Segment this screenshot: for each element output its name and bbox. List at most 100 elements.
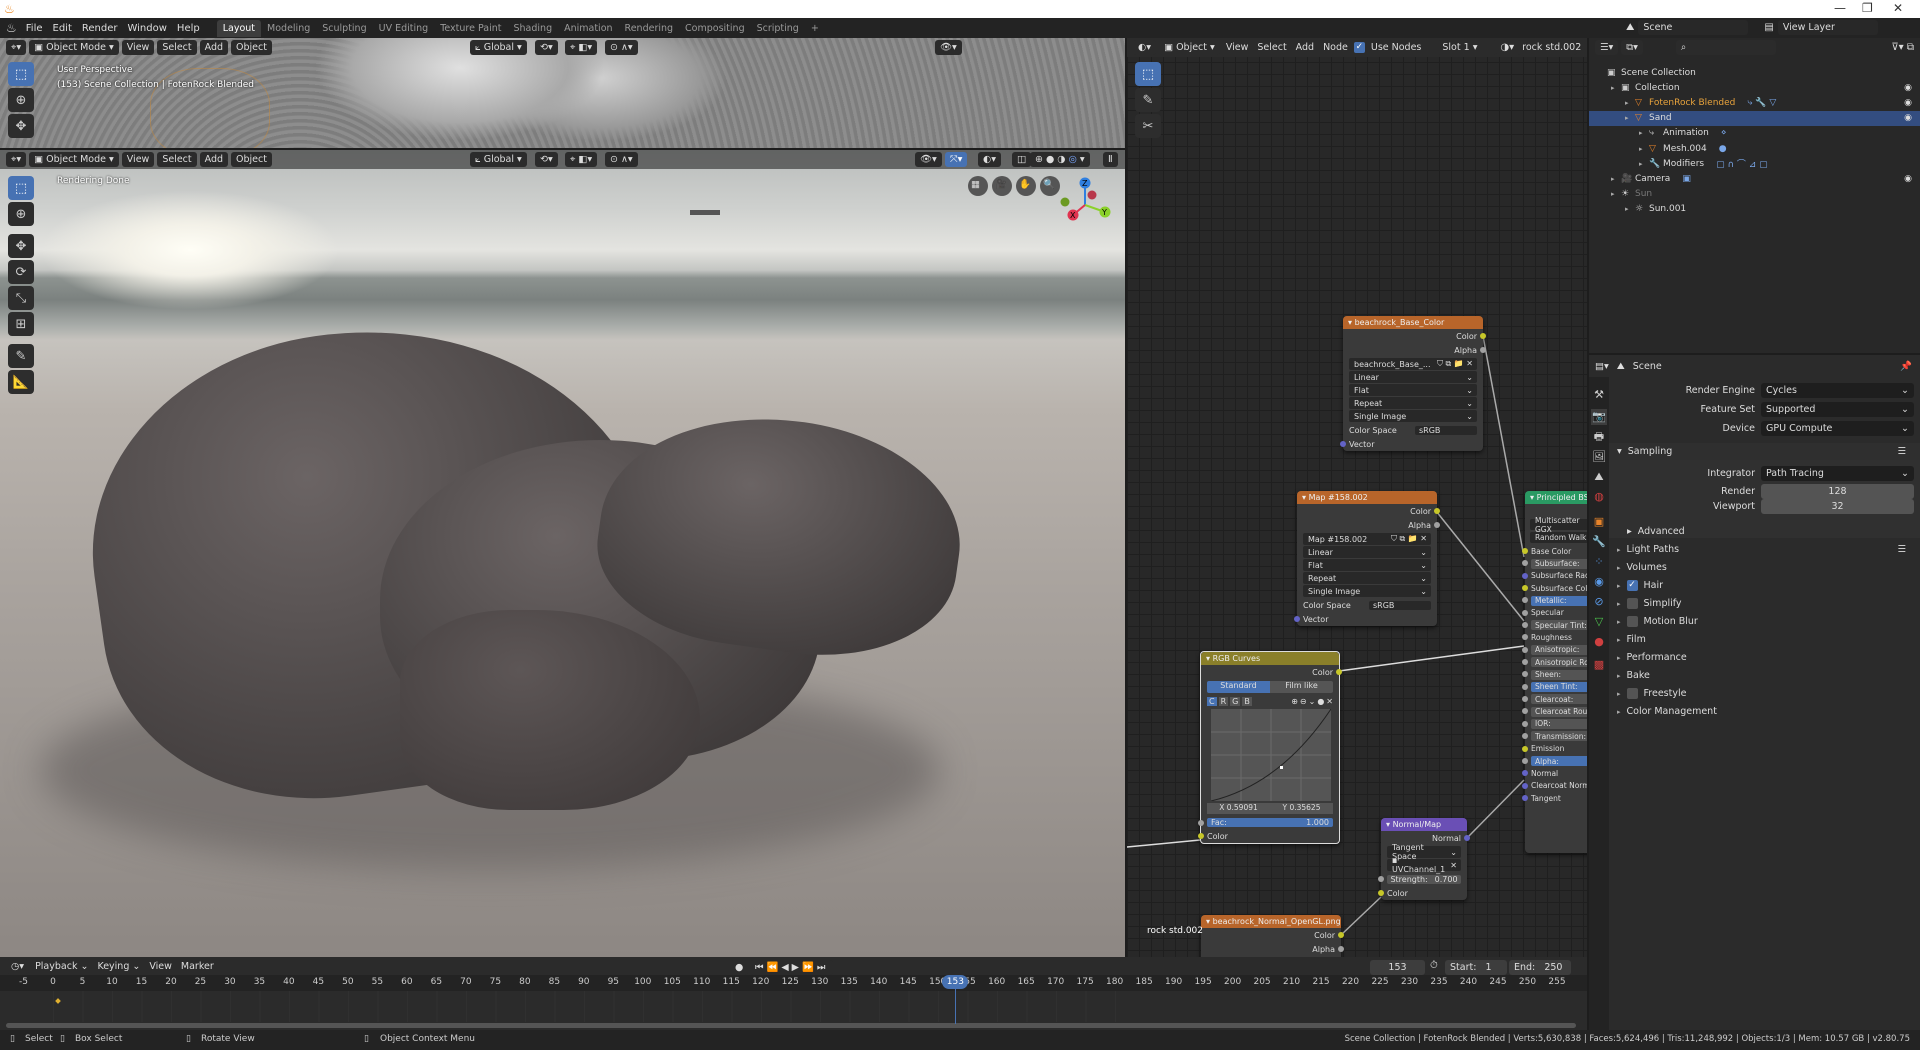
timeline-track[interactable] xyxy=(53,991,1133,1022)
socket[interactable] xyxy=(1338,946,1344,952)
outliner-item-data-icons[interactable]: ⤷ 🔧 ▽ xyxy=(1747,98,1776,108)
panel-bake[interactable]: ▸ Bake xyxy=(1609,667,1920,684)
orientation-dropdown[interactable]: ⟀ Global ▾ xyxy=(470,152,527,167)
panel-performance[interactable]: ▸ Performance xyxy=(1609,649,1920,666)
socket[interactable] xyxy=(1522,597,1528,604)
pin-icon[interactable]: 📌 xyxy=(1900,361,1920,372)
editor-type-icon[interactable]: ▤▾ xyxy=(1595,361,1609,372)
visibility-eye-icon[interactable]: ◉ xyxy=(1904,174,1912,184)
menu-file[interactable]: File xyxy=(21,23,48,34)
workspace-tab-modeling[interactable]: Modeling xyxy=(261,20,316,37)
bsdf-input-clearcoat-roughness[interactable]: Clearcoat Roughness xyxy=(1522,705,1587,717)
socket[interactable] xyxy=(1522,634,1528,641)
socket[interactable] xyxy=(1522,683,1528,690)
fac-field[interactable]: Fac: 1.000 xyxy=(1198,816,1339,829)
presets-icon[interactable]: ☰ xyxy=(1897,446,1920,457)
expand-arrow-icon[interactable]: ▸ xyxy=(1639,145,1649,153)
expand-arrow-icon[interactable]: ▸ xyxy=(1611,175,1621,183)
camera-view-icon[interactable]: 🎥 xyxy=(992,176,1012,196)
physics-tab-icon[interactable]: ◉ xyxy=(1591,574,1607,590)
zoom-out-icon[interactable]: ⊖ xyxy=(1300,697,1307,706)
curve-point-y[interactable]: Y 0.35625 xyxy=(1270,803,1333,814)
workspace-tab--[interactable]: + xyxy=(805,20,825,37)
select-box-tool-icon[interactable]: ⬚ xyxy=(8,62,34,86)
texture-tab-icon[interactable]: ▩ xyxy=(1591,657,1607,673)
rgb-curves-node[interactable]: ▾ RGB Curves Color Standard Film like C … xyxy=(1198,651,1342,844)
outliner-item-scene-collection[interactable]: ▣ Scene Collection xyxy=(1589,65,1920,80)
world-tab-icon[interactable]: ◍ xyxy=(1591,489,1607,505)
proportional-edit-icon[interactable]: ⊙ ∧▾ xyxy=(605,152,638,167)
workspace-tab-rendering[interactable]: Rendering xyxy=(619,20,680,37)
outliner-item-sand[interactable]: ▸ ▽ Sand ◉ xyxy=(1589,110,1920,126)
color-space-dropdown[interactable]: sRGB xyxy=(1415,425,1477,435)
panel-film[interactable]: ▸ Film xyxy=(1609,631,1920,648)
outliner-item-label[interactable]: Camera xyxy=(1635,174,1670,184)
integrator-dropdown[interactable]: Path Tracing ⌄ xyxy=(1761,466,1914,481)
image-texture-node-base-color[interactable]: ▾ beachrock_Base_Color Color Alpha beachroc… xyxy=(1340,316,1486,451)
maximize-button[interactable]: ❐ xyxy=(1862,1,1873,15)
render-samples-field[interactable]: 128 xyxy=(1761,484,1914,499)
filter-mode-icon[interactable]: ⧉▾ xyxy=(1621,40,1643,55)
move-tool-icon[interactable]: ✥ xyxy=(8,114,34,138)
bsdf-input-alpha[interactable]: Alpha: xyxy=(1522,755,1587,767)
workspace-tab-layout[interactable]: Layout xyxy=(216,19,262,37)
scene-tab-icon[interactable]: ⛰ xyxy=(1591,469,1607,485)
socket[interactable] xyxy=(1522,560,1528,567)
expand-arrow-icon[interactable]: ▸ xyxy=(1625,99,1635,107)
orientation-dropdown[interactable]: ⟀ Global ▾ xyxy=(470,40,527,55)
viewport-render[interactable]: ⌖▾ ▣ Object Mode ▾ View Select Add Objec… xyxy=(0,150,1125,957)
image-texture-node-normal[interactable]: ▾ beachrock_Normal_OpenGL.png Color Alph… xyxy=(1201,915,1344,957)
select-menu[interactable]: Select xyxy=(157,40,197,55)
outliner-item-label[interactable]: Sun xyxy=(1635,189,1652,199)
expand-arrow-icon[interactable]: ▸ xyxy=(1639,160,1649,168)
playback-menu[interactable]: Playback ⌄ xyxy=(32,961,91,972)
view-layer-field[interactable]: View Layer xyxy=(1777,20,1878,35)
interpolation-dropdown[interactable]: Linear ⌄ xyxy=(1303,546,1431,558)
zoom-in-icon[interactable]: ⊕ xyxy=(1291,697,1298,706)
render-tab-icon[interactable]: 📷 xyxy=(1591,409,1607,425)
outliner-item-data-icons[interactable]: ▣ xyxy=(1682,174,1691,184)
bsdf-input-anisotropic-rotation[interactable]: Anisotropic Rotation xyxy=(1522,656,1587,668)
viewport-sculpt[interactable]: ⌖▾ ▣ Object Mode ▾ View Select Add Objec… xyxy=(0,38,1125,148)
close-button[interactable]: ✕ xyxy=(1893,1,1903,15)
visibility-eye-icon[interactable]: ◉ xyxy=(1904,113,1912,123)
channel-b[interactable]: B xyxy=(1242,696,1252,706)
proportional-edit-icon[interactable]: ⊙ ∧▾ xyxy=(605,40,638,55)
panel-sampling[interactable]: ▾ Sampling ☰ xyxy=(1609,443,1920,460)
expand-arrow-icon[interactable]: ▸ xyxy=(1625,114,1635,122)
tab-film-like[interactable]: Film like xyxy=(1270,681,1333,693)
outliner-item-animation[interactable]: ▸ ⤷ Animation ⋄ xyxy=(1589,126,1920,141)
bsdf-input-ior[interactable]: IOR: xyxy=(1522,718,1587,730)
workspace-tab-compositing[interactable]: Compositing xyxy=(679,20,751,37)
expand-arrow-icon[interactable]: ▸ xyxy=(1639,129,1649,137)
mode-dropdown[interactable]: ▣ Object Mode ▾ xyxy=(29,40,119,55)
menu-render[interactable]: Render xyxy=(77,23,123,34)
socket[interactable] xyxy=(1522,609,1528,616)
outliner-item-sun[interactable]: ▸ ☀ Sun xyxy=(1589,187,1920,202)
image-texture-node-map[interactable]: ▾ Map #158.002 Color Alpha Map #158.002 ⛉ ⧉ … xyxy=(1294,491,1440,626)
bsdf-input-anisotropic[interactable]: Anisotropic: xyxy=(1522,644,1587,656)
socket[interactable] xyxy=(1340,441,1346,447)
feature-set-dropdown[interactable]: Supported ⌄ xyxy=(1761,402,1914,417)
measure-tool-icon[interactable]: 📐 xyxy=(8,370,34,394)
socket[interactable] xyxy=(1522,548,1528,554)
socket[interactable] xyxy=(1522,622,1528,629)
clip-icon[interactable]: ● xyxy=(1317,697,1324,706)
outliner-item-data-icons[interactable]: ▢ ∩ ⌒ ⊿ ▢ xyxy=(1716,157,1768,170)
bsdf-input-clearcoat[interactable]: Clearcoat: xyxy=(1522,693,1587,705)
view-menu[interactable]: View xyxy=(146,961,175,972)
socket[interactable] xyxy=(1522,585,1528,592)
curve-graph[interactable] xyxy=(1211,709,1331,801)
socket[interactable] xyxy=(1522,572,1528,579)
pan-hand-icon[interactable]: ✋ xyxy=(1016,176,1036,196)
view-layer-tab-icon[interactable]: 🖼 xyxy=(1591,449,1607,465)
panel-enable-checkbox[interactable] xyxy=(1626,688,1638,699)
outliner-item-label[interactable]: Animation xyxy=(1663,128,1709,138)
panel-color-management[interactable]: ▸ Color Management xyxy=(1609,703,1920,720)
extension-dropdown[interactable]: Repeat ⌄ xyxy=(1349,397,1477,409)
xray-icon[interactable]: ◫ xyxy=(1012,152,1031,167)
bsdf-input-metallic[interactable]: Metallic: xyxy=(1522,594,1587,606)
navigation-gizmo[interactable]: Z Y X xyxy=(1055,175,1115,235)
principled-bsdf-node[interactable]: ▾ Principled BSDF Multiscatter GGX Rando… xyxy=(1522,491,1587,853)
rotate-tool-icon[interactable]: ⟳ xyxy=(8,260,34,284)
